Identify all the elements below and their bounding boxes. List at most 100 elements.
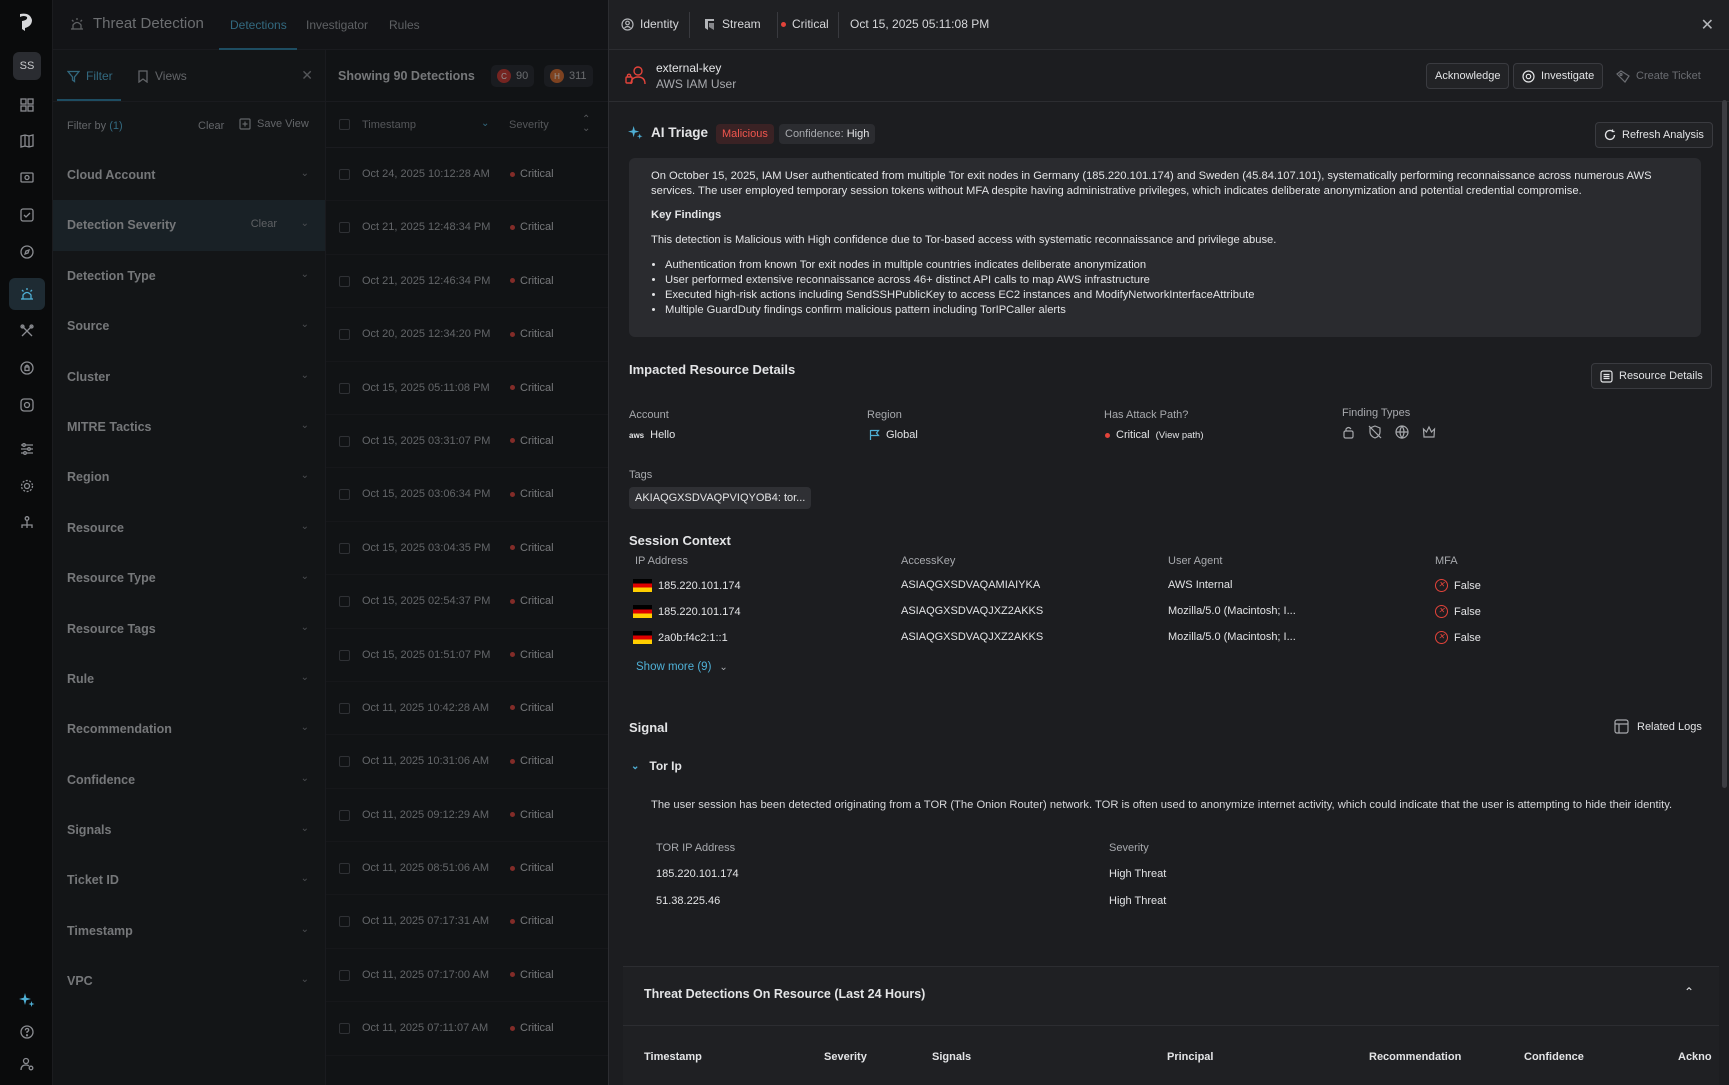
tab-rules[interactable]: Rules [389,18,420,32]
detection-row[interactable]: Oct 21, 2025 12:48:34 PM Critical [326,201,608,255]
filter-row[interactable]: Rule ⌄ [53,654,325,704]
related-logs-button[interactable]: Related Logs [1614,719,1702,734]
column-severity[interactable]: Severity [509,119,549,131]
filter-row[interactable]: Signals ⌄ [53,805,325,855]
detection-row[interactable]: Oct 15, 2025 02:54:37 PM Critical [326,575,608,629]
tab-investigator[interactable]: Investigator [306,18,368,32]
filter-row[interactable]: Recommendation ⌄ [53,704,325,754]
sliders-icon[interactable] [17,439,37,459]
filter-row[interactable]: Cluster ⌄ [53,352,325,402]
select-all-checkbox[interactable] [339,119,350,130]
monitor-icon[interactable] [17,168,37,188]
row-checkbox[interactable] [339,809,350,821]
row-checkbox[interactable] [339,969,350,981]
views-tab[interactable]: Views [137,69,187,83]
detection-row[interactable]: Oct 11, 2025 10:31:06 AM Critical [326,735,608,789]
tab-detections[interactable]: Detections [230,18,287,32]
row-checkbox[interactable] [339,916,350,928]
detection-row[interactable]: Oct 11, 2025 07:17:00 AM Critical [326,949,608,1003]
sort-desc-icon[interactable]: ⌄ [481,118,489,129]
row-checkbox[interactable] [339,222,350,234]
shield-off-icon[interactable] [1368,425,1382,439]
filter-row[interactable]: Resource ⌄ [53,503,325,553]
map-icon[interactable] [17,131,37,151]
high-count-badge[interactable]: H 311 [544,65,593,87]
row-checkbox[interactable] [339,649,350,661]
row-checkbox[interactable] [339,435,350,447]
settings-gear-icon[interactable] [17,476,37,496]
row-checkbox[interactable] [339,702,350,714]
refresh-analysis-button[interactable]: Refresh Analysis [1595,122,1713,148]
clear-severity-button[interactable]: Clear [251,218,277,230]
row-checkbox[interactable] [339,275,350,287]
tools-icon[interactable] [17,321,37,341]
user-avatar[interactable]: SS [13,52,41,80]
target-icon[interactable] [17,395,37,415]
close-icon[interactable]: ✕ [301,67,313,84]
detection-row[interactable]: Oct 15, 2025 03:31:07 PM Critical [326,415,608,469]
acknowledge-button[interactable]: Acknowledge [1426,63,1510,89]
filter-row[interactable]: Detection Type ⌄ [53,251,325,301]
row-checkbox[interactable] [339,329,350,341]
filter-row[interactable]: MITRE Tactics ⌄ [53,402,325,452]
view-path-link[interactable]: (View path) [1156,430,1204,441]
clear-filters-button[interactable]: Clear [198,120,224,132]
close-panel-icon[interactable]: ✕ [1701,15,1714,35]
filter-row[interactable]: Resource Tags ⌄ [53,604,325,654]
shield-check-icon[interactable] [17,205,37,225]
filter-row[interactable]: Confidence ⌄ [53,755,325,805]
detection-row[interactable]: Oct 15, 2025 03:04:35 PM Critical [326,522,608,576]
account-settings-icon[interactable] [17,1054,37,1074]
row-checkbox[interactable] [339,382,350,394]
resource-details-button[interactable]: Resource Details [1591,363,1712,389]
detection-row[interactable]: Oct 11, 2025 10:42:28 AM Critical [326,682,608,736]
threat-detection-icon[interactable] [9,278,45,310]
unlock-icon[interactable] [1342,425,1355,439]
org-tree-icon[interactable] [17,513,37,533]
filter-row[interactable]: Ticket ID ⌄ [53,855,325,905]
sort-toggle-icon[interactable]: ⌃ ⌄ [582,115,590,134]
globe-icon[interactable] [1395,425,1409,439]
crown-icon[interactable] [1422,425,1436,439]
row-checkbox[interactable] [339,596,350,608]
row-checkbox[interactable] [339,863,350,875]
filter-row[interactable]: Cloud Account ⌄ [53,150,325,200]
row-checkbox[interactable] [339,169,350,180]
ai-sparkle-icon[interactable] [17,990,37,1010]
detection-row[interactable]: Oct 11, 2025 08:51:06 AM Critical [326,842,608,896]
detection-row[interactable]: Oct 21, 2025 12:46:34 PM Critical [326,255,608,309]
show-more-button[interactable]: Show more (9) ⌄ [636,661,728,673]
chevron-up-icon[interactable]: ⌃ [1684,985,1694,999]
row-checkbox[interactable] [339,542,350,554]
detection-row[interactable]: Oct 15, 2025 05:11:08 PM Critical [326,362,608,415]
create-ticket-button[interactable]: Create Ticket [1608,63,1709,89]
help-icon[interactable] [17,1022,37,1042]
detection-row[interactable]: Oct 24, 2025 10:12:28 AM Critical [326,148,608,202]
tor-ip-toggle[interactable]: ⌄ Tor Ip [631,759,682,773]
row-checkbox[interactable] [339,756,350,768]
detection-row[interactable]: Oct 11, 2025 07:17:31 AM Critical [326,895,608,949]
dashboard-icon[interactable] [17,95,37,115]
detection-row[interactable]: Oct 20, 2025 12:34:20 PM Critical [326,308,608,362]
row-checkbox[interactable] [339,489,350,501]
tag-chip[interactable]: AKIAQGXSDVAQPVIQYOB4: tor... [629,487,812,509]
filter-row[interactable]: Source ⌄ [53,301,325,351]
lock-shield-icon[interactable] [17,358,37,378]
detection-row[interactable]: Oct 11, 2025 07:11:07 AM Critical [326,1002,608,1056]
filter-row[interactable]: Region ⌄ [53,452,325,502]
investigate-button[interactable]: Investigate [1513,63,1604,89]
filter-row[interactable]: VPC ⌄ [53,956,325,1006]
row-checkbox[interactable] [339,1023,350,1035]
compass-icon[interactable] [17,242,37,262]
detection-row[interactable]: Oct 15, 2025 01:51:07 PM Critical [326,629,608,682]
save-view-button[interactable]: Save View [239,118,309,130]
scrollbar[interactable] [1722,100,1727,788]
detection-row[interactable]: Oct 15, 2025 03:06:34 PM Critical [326,468,608,522]
detection-row[interactable]: Oct 11, 2025 09:12:29 AM Critical [326,789,608,843]
filter-row[interactable]: Detection Severity Clear ⌄ [53,200,325,251]
threat-detections-header[interactable]: Threat Detections On Resource (Last 24 H… [623,967,1719,1026]
filter-row[interactable]: Timestamp ⌄ [53,906,325,956]
column-timestamp[interactable]: Timestamp [362,119,416,131]
critical-count-badge[interactable]: C 90 [491,65,535,87]
filter-tab[interactable]: Filter [67,69,113,83]
